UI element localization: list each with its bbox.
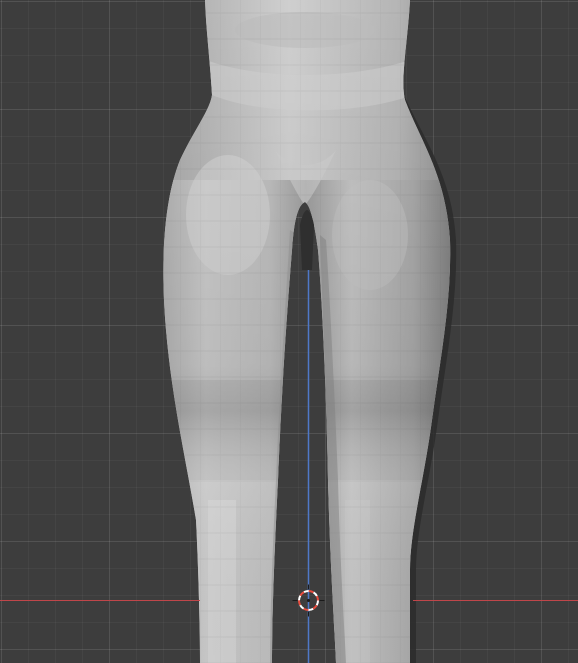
3d-cursor-icon[interactable] [292,584,325,617]
viewport-scene[interactable] [0,0,578,663]
leg-gap [300,210,314,270]
3d-viewport[interactable] [0,0,578,663]
